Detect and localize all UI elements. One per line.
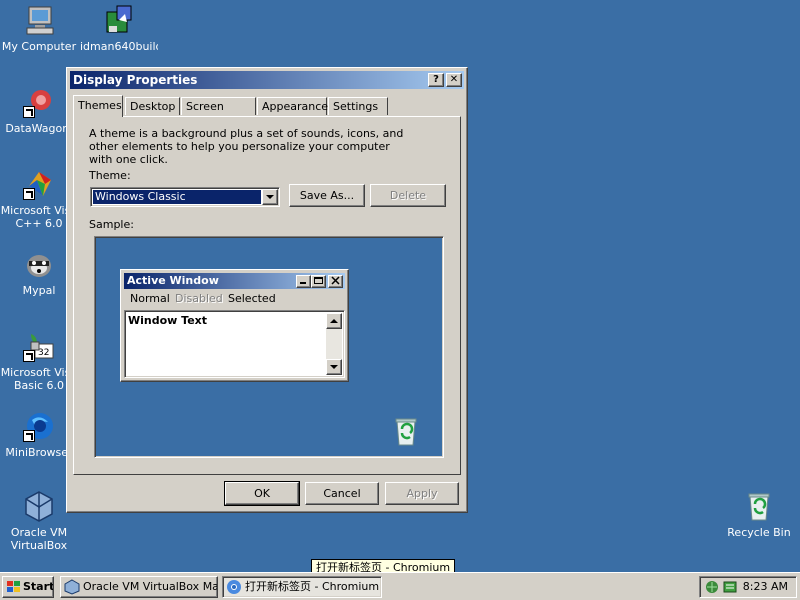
- close-button[interactable]: ✕: [446, 73, 462, 87]
- recycle-bin-icon: [743, 490, 775, 522]
- sample-label: Sample:: [89, 218, 134, 231]
- theme-description: A theme is a background plus a set of so…: [89, 127, 404, 166]
- shortcut-arrow-icon: [23, 430, 35, 442]
- tab-themes[interactable]: Themes: [73, 95, 123, 117]
- dialog-title: Display Properties: [73, 73, 198, 87]
- desktop-icon-label: idman640build8: [80, 40, 158, 53]
- desktop-icon-label: Oracle VM: [10, 526, 68, 539]
- theme-label: Theme:: [89, 169, 131, 182]
- tab-desktop[interactable]: Desktop: [125, 97, 180, 115]
- taskbar-button-virtualbox[interactable]: Oracle VM VirtualBox Ma...: [60, 576, 218, 598]
- sample-menu-bar: Normal Disabled Selected: [124, 291, 345, 307]
- start-button[interactable]: Start: [2, 576, 54, 598]
- dropdown-arrow-button[interactable]: [262, 189, 278, 205]
- desktop-icon-my-computer[interactable]: My Computer: [0, 4, 78, 53]
- visual-basic-icon: 32: [23, 330, 55, 362]
- installer-icon: [103, 4, 135, 36]
- dialog-title-bar[interactable]: Display Properties ? ✕: [70, 71, 464, 89]
- virtualbox-icon: [64, 579, 80, 595]
- desktop-icon-label: My Computer: [1, 40, 77, 53]
- theme-sample-preview: Active Window Normal Disabled Selected W…: [94, 236, 444, 458]
- desktop-icon-label: Recycle Bin: [727, 526, 791, 539]
- svg-text:32: 32: [38, 348, 49, 358]
- ok-button[interactable]: OK: [224, 481, 300, 506]
- recycle-bin-icon: [390, 415, 422, 447]
- my-computer-icon: [23, 4, 55, 36]
- windows-logo-icon: [7, 581, 20, 592]
- clock[interactable]: 8:23 AM: [743, 577, 788, 597]
- network-tray-icon[interactable]: [704, 579, 720, 595]
- taskbar: Start Oracle VM VirtualBox Ma... 打开新标签页 …: [0, 572, 800, 600]
- delete-button[interactable]: Delete: [370, 184, 446, 207]
- sample-menu-disabled: Disabled: [175, 292, 223, 305]
- close-icon: ✕: [449, 74, 459, 85]
- help-icon: ?: [433, 74, 439, 85]
- tray-app-icon[interactable]: [722, 579, 738, 595]
- minimize-icon: [296, 275, 311, 288]
- cancel-button[interactable]: Cancel: [305, 482, 379, 505]
- shortcut-arrow-icon: [23, 106, 35, 118]
- chevron-down-icon: [266, 195, 274, 199]
- taskbar-button-label: Oracle VM VirtualBox Ma...: [83, 580, 218, 593]
- taskbar-button-chromium[interactable]: 打开新标签页 - Chromium: [222, 576, 382, 598]
- mypal-browser-icon: [23, 248, 55, 280]
- help-button[interactable]: ?: [428, 73, 444, 87]
- close-icon: [328, 275, 343, 288]
- sample-scrollbar: [326, 313, 342, 375]
- datawagon-icon: [23, 86, 55, 118]
- start-label: Start: [23, 580, 54, 593]
- tab-settings[interactable]: Settings: [328, 97, 388, 115]
- scroll-up-icon: [326, 313, 342, 329]
- themes-tab-panel: A theme is a background plus a set of so…: [73, 116, 461, 475]
- save-as-button[interactable]: Save As...: [289, 184, 365, 207]
- minibrowser-icon: [23, 410, 55, 442]
- desktop-icon-recycle-bin[interactable]: Recycle Bin: [720, 490, 798, 539]
- taskbar-button-label: 打开新标签页 - Chromium: [245, 580, 380, 593]
- scroll-down-icon: [326, 359, 342, 375]
- sample-window-title: Active Window: [127, 274, 219, 287]
- desktop-icon-idman640build8[interactable]: idman640build8: [80, 4, 158, 53]
- system-tray: 8:23 AM: [699, 576, 797, 598]
- visual-cpp-icon: [23, 168, 55, 200]
- maximize-icon: [311, 275, 326, 288]
- sample-menu-selected: Selected: [228, 292, 276, 305]
- tab-appearance[interactable]: Appearance: [257, 97, 328, 115]
- shortcut-arrow-icon: [23, 350, 35, 362]
- desktop-icon-label-line2: VirtualBox: [10, 539, 68, 552]
- sample-window-title-bar: Active Window: [124, 273, 345, 289]
- sample-active-window: Active Window Normal Disabled Selected W…: [120, 269, 349, 382]
- sample-window-text: Window Text: [128, 314, 208, 327]
- theme-dropdown-value: Windows Classic: [93, 190, 261, 204]
- display-properties-dialog: Display Properties ? ✕ Themes Desktop Sc…: [66, 67, 468, 513]
- chromium-icon: [227, 580, 241, 594]
- theme-dropdown[interactable]: Windows Classic: [90, 187, 280, 207]
- apply-button[interactable]: Apply: [385, 482, 459, 505]
- shortcut-arrow-icon: [23, 188, 35, 200]
- tab-screen-saver[interactable]: Screen Saver: [181, 97, 256, 131]
- sample-menu-normal: Normal: [130, 292, 170, 305]
- sample-window-text-area: Window Text: [124, 310, 345, 378]
- virtualbox-icon: [23, 490, 55, 522]
